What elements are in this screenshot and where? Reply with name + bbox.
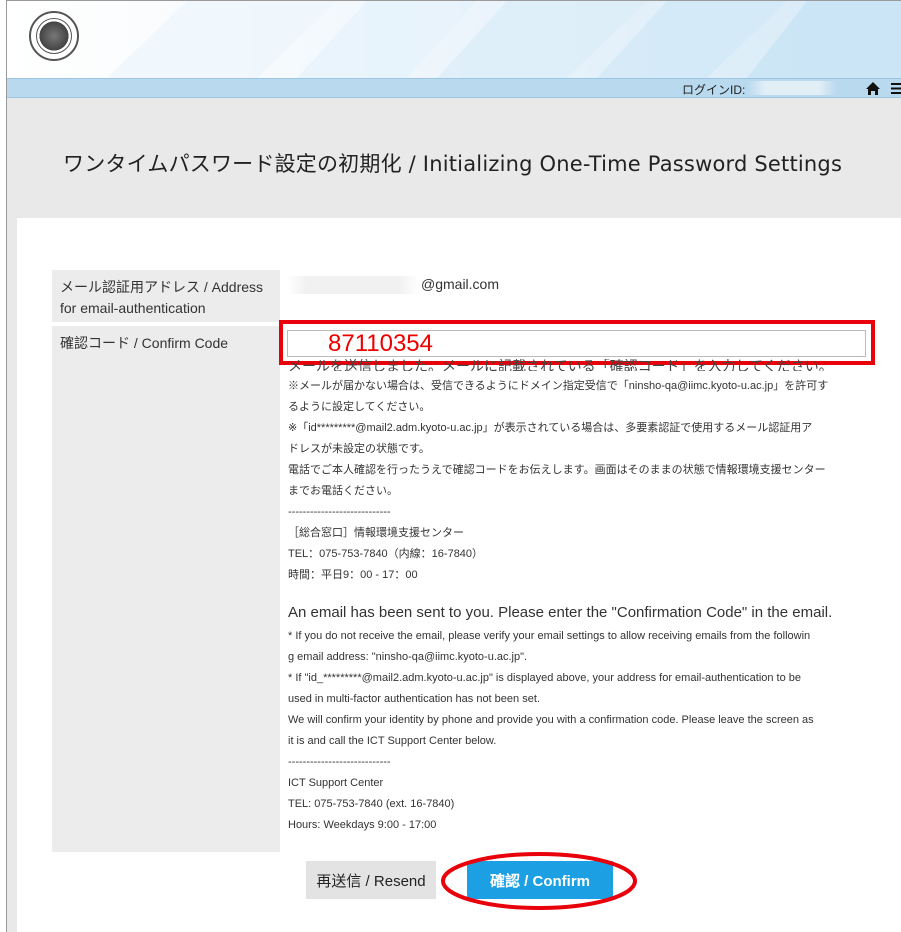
- instruction-en-line: g email address: "ninsho-qa@iimc.kyoto-u…: [288, 651, 528, 663]
- confirm-code-label: 確認コード / Confirm Code: [52, 326, 280, 852]
- confirm-button[interactable]: 確認 / Confirm: [467, 861, 613, 899]
- divider-text: ----------------------------: [288, 756, 391, 768]
- instruction-en-block: * If you do not receive the email, pleas…: [288, 626, 888, 836]
- home-icon[interactable]: [865, 81, 881, 96]
- top-info-bar: ログインID:: [7, 78, 901, 98]
- login-id-value: [747, 81, 837, 95]
- support-hours-en: Hours: Weekdays 9:00 - 17:00: [288, 819, 437, 831]
- instruction-jp-line: ※「id*********@mail2.adm.kyoto-u.ac.jp」が表…: [288, 422, 813, 434]
- instruction-jp-heading: メールを送信しました。メールに記載されている「確認コード」を入力してください。: [288, 359, 833, 371]
- support-phone-jp: TEL：075-753-7840（内線：16-7840）: [288, 548, 484, 560]
- instruction-jp-line: 電話でご本人確認を行ったうえで確認コードをお伝えします。画面はそのままの状態で情…: [288, 464, 826, 476]
- resend-button[interactable]: 再送信 / Resend: [306, 861, 436, 899]
- instruction-jp-line: までお電話ください。: [288, 485, 398, 497]
- page-title: ワンタイムパスワード設定の初期化 / Initializing One-Time…: [63, 152, 843, 176]
- instruction-jp-line: るように設定してください。: [288, 401, 431, 413]
- support-center-name-en: ICT Support Center: [288, 777, 384, 789]
- instruction-en-line: * If "id_*********@mail2.adm.kyoto-u.ac.…: [288, 672, 802, 684]
- logo-emblem: [36, 18, 72, 54]
- support-center-name-jp: ［総合窓口］情報環境支援センター: [288, 527, 464, 539]
- support-phone-en: TEL: 075-753-7840 (ext. 16-7840): [288, 798, 455, 810]
- hamburger-menu-icon[interactable]: [891, 82, 901, 95]
- instruction-jp-line: ドレスが未設定の状態です。: [288, 443, 430, 455]
- instruction-en-line: it is and call the ICT Support Center be…: [288, 735, 497, 747]
- instruction-en-heading: An email has been sent to you. Please en…: [288, 604, 833, 621]
- instruction-en-line: used in multi-factor authentication has …: [288, 693, 540, 705]
- instruction-en-line: We will confirm your identity by phone a…: [288, 714, 814, 726]
- left-gutter: [7, 218, 17, 932]
- email-address-label: メール認証用アドレス / Address for email-authentic…: [52, 270, 280, 322]
- instruction-jp-block: ※メールが届かない場合は、受信できるようにドメイン指定受信で「ninsho-qa…: [288, 376, 888, 586]
- confirm-code-input[interactable]: [287, 330, 866, 357]
- instruction-jp-line: ※メールが届かない場合は、受信できるようにドメイン指定受信で「ninsho-qa…: [288, 380, 829, 392]
- email-local-part-redacted: [287, 276, 419, 294]
- university-logo[interactable]: [29, 11, 79, 61]
- divider-text: ----------------------------: [288, 506, 391, 518]
- header-banner: [7, 1, 901, 78]
- instruction-en-line: * If you do not receive the email, pleas…: [288, 630, 811, 642]
- support-hours-jp: 時間：平日9：00 - 17：00: [288, 569, 418, 581]
- login-id-label: ログインID:: [682, 83, 746, 97]
- email-address-value: @gmail.com: [421, 276, 500, 292]
